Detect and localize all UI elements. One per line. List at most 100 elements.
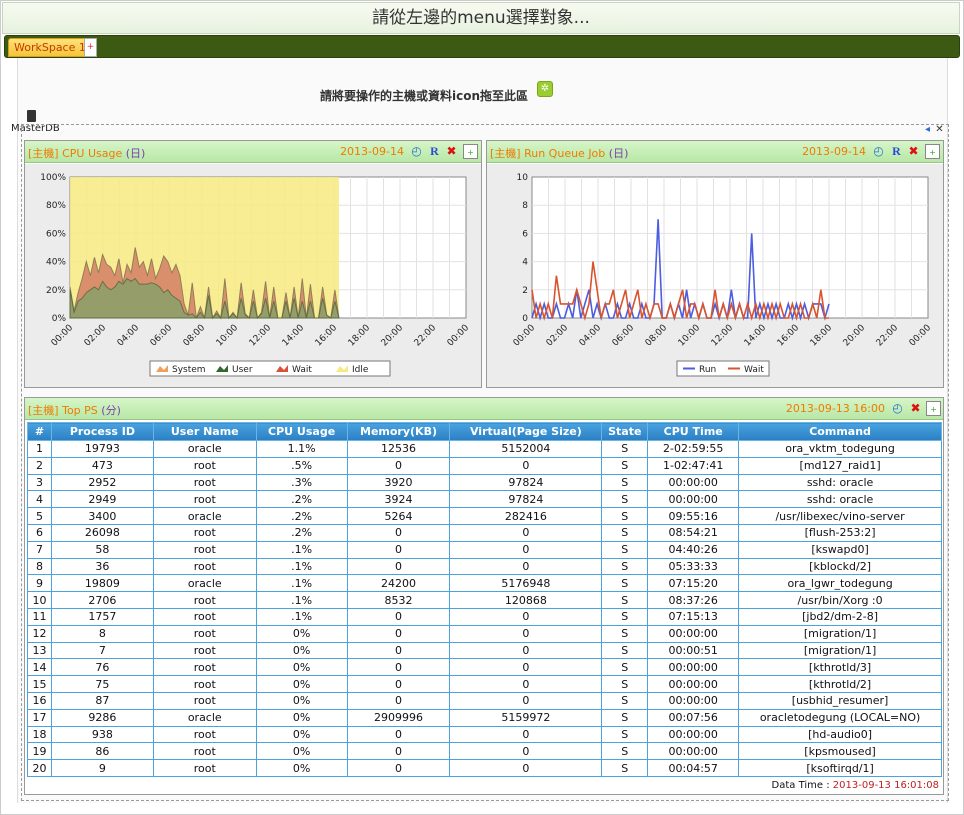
table-cell: [kthrotld/2] bbox=[738, 675, 942, 693]
toggle-icon[interactable]: ◂ bbox=[922, 124, 933, 135]
table-cell: 00:04:57 bbox=[647, 759, 740, 777]
table-cell: 0 bbox=[346, 742, 451, 761]
table-cell: 12 bbox=[27, 624, 52, 643]
top-ps-table: # Process ID User Name CPU Usage Memory(KB) V… bbox=[27, 422, 942, 777]
table-cell: 5159972 bbox=[449, 708, 603, 727]
table-cell: 00:00:00 bbox=[647, 624, 740, 643]
table-cell: 19 bbox=[27, 742, 52, 761]
table-row[interactable]: 3 2952 root .3% 3920 97824 S 00:00:00 sshd: orac… bbox=[27, 473, 942, 492]
table-cell: 6 bbox=[27, 523, 52, 542]
table-row[interactable]: 5 3400 oracle .2% 5264 282416 S 09:55:16/usr/li… bbox=[27, 507, 942, 525]
legend-label: Run bbox=[699, 365, 716, 375]
legend-label: Wait bbox=[292, 365, 312, 375]
table-row[interactable]: 13 7 root 0% 0 0 S 00:00:51 [migration/1] bbox=[27, 641, 942, 660]
y-tick-label: 60% bbox=[46, 229, 66, 239]
panel-title-text: CPU Usage bbox=[62, 147, 123, 160]
table-row[interactable]: 1 19793 oracle 1.1% 12536 5152004 S 2-02:59:55 o… bbox=[27, 440, 942, 458]
top-ps-panel: [主機] Top PS (分) 2013-09-13 16:00 ◴ ✖ + #… bbox=[24, 397, 944, 795]
table-cell: 2706 bbox=[50, 591, 154, 609]
y-tick-label: 6 bbox=[522, 229, 528, 239]
table-cell: 7 bbox=[27, 540, 52, 559]
column-header[interactable]: # bbox=[27, 422, 52, 441]
x-tick-label: 12:00 bbox=[248, 323, 274, 349]
table-cell: 0 bbox=[346, 456, 451, 475]
report-icon[interactable]: R bbox=[889, 144, 904, 159]
cpu-usage-chart: 0% 20% 40% 60% 80% 100% 00:00 02:00 04:00 06:00 08… bbox=[40, 173, 471, 377]
x-tick-label: 18:00 bbox=[809, 323, 835, 349]
clock-icon[interactable]: ◴ bbox=[409, 144, 424, 159]
table-cell: [flush-253:2] bbox=[738, 523, 942, 542]
close-panel-icon[interactable]: ✖ bbox=[906, 144, 921, 159]
table-cell: 07:15:13 bbox=[647, 607, 740, 626]
table-row[interactable]: 18 938 root 0% 0 0 S 00:00:00 [hd-audio0] bbox=[27, 725, 942, 744]
table-cell: 0 bbox=[449, 557, 603, 576]
table-row[interactable]: 19 86 root 0% 0 0 S 00:00:00 [kpsmoused] bbox=[27, 742, 942, 761]
column-header[interactable]: Command bbox=[738, 422, 942, 441]
export-icon[interactable]: + bbox=[463, 144, 478, 159]
table-cell: S bbox=[601, 658, 649, 677]
table-row[interactable]: 6 26098 root .2% 0 0 S 08:54:21 [flush-253:2] bbox=[27, 523, 942, 542]
column-header[interactable]: Process ID bbox=[50, 422, 154, 441]
tab-workspace-1[interactable]: WorkSpace 1 bbox=[8, 38, 92, 57]
table-cell: 938 bbox=[50, 725, 154, 744]
table-row[interactable]: 16 87 root 0% 0 0 S 00:00:00 [usbhid_resumer] bbox=[27, 691, 942, 710]
table-cell: 5152004 bbox=[449, 440, 603, 458]
table-cell: S bbox=[601, 540, 649, 559]
close-icon[interactable]: ✕ bbox=[934, 124, 945, 135]
report-icon[interactable]: R bbox=[427, 144, 442, 159]
table-cell: root bbox=[152, 540, 257, 559]
table-row[interactable]: 11 1757 root .1% 0 0 S 07:15:13 [jbd2/dm-2-8] bbox=[27, 607, 942, 626]
table-cell: 15 bbox=[27, 675, 52, 693]
table-cell: 07:15:20 bbox=[647, 574, 740, 593]
table-cell: 12536 bbox=[346, 440, 451, 458]
table-row[interactable]: 7 58 root .1% 0 0 S 04:40:26 [kswapd0] bbox=[27, 540, 942, 559]
table-row[interactable]: 10 2706 root .1% 8532 120868 S 08:37:26/usr/bin… bbox=[27, 591, 942, 609]
table-cell: 00:00:00 bbox=[647, 658, 740, 677]
table-cell: 0 bbox=[346, 540, 451, 559]
data-time-value: 2013-09-13 16:01:08 bbox=[832, 780, 939, 791]
table-cell: 0 bbox=[346, 675, 451, 693]
y-tick-label: 0 bbox=[522, 314, 528, 324]
table-cell: 9 bbox=[50, 759, 154, 777]
x-tick-label: 14:00 bbox=[281, 323, 307, 349]
column-header[interactable]: Virtual(Page Size) bbox=[449, 422, 603, 441]
clock-icon[interactable]: ◴ bbox=[890, 401, 905, 416]
table-row[interactable]: 12 8 root 0% 0 0 S 00:00:00 [migration/1] bbox=[27, 624, 942, 643]
table-cell: S bbox=[601, 725, 649, 744]
table-row[interactable]: 2 473 root .5% 0 0 S 1-02:47:41 [md127_raid1] bbox=[27, 456, 942, 475]
close-panel-icon[interactable]: ✖ bbox=[444, 144, 459, 159]
add-tab-button[interactable]: + bbox=[84, 38, 97, 57]
table-cell: 5 bbox=[27, 507, 52, 525]
table-cell: sshd: oracle bbox=[738, 473, 942, 492]
column-header[interactable]: State bbox=[601, 422, 649, 441]
table-cell: S bbox=[601, 440, 649, 458]
run-queue-panel: [主機] Run Queue Job (日) 2013-09-14 ◴ R ✖ … bbox=[486, 140, 944, 388]
table-row[interactable]: 9 19809 oracle .1% 24200 5176948 S 07:15:20 ora_… bbox=[27, 574, 942, 593]
table-cell: 18 bbox=[27, 725, 52, 744]
column-header[interactable]: Memory(KB) bbox=[346, 422, 451, 441]
table-cell: root bbox=[152, 725, 257, 744]
table-cell: 0 bbox=[449, 742, 603, 761]
column-header[interactable]: CPU Time bbox=[647, 422, 740, 441]
table-row[interactable]: 4 2949 root .2% 3924 97824 S 00:00:00 sshd: orac… bbox=[27, 490, 942, 509]
table-cell: 16 bbox=[27, 691, 52, 710]
table-row[interactable]: 15 75 root 0% 0 0 S 00:00:00 [kthrotld/2] bbox=[27, 675, 942, 693]
table-row[interactable]: 14 76 root 0% 0 0 S 00:00:00 [kthrotld/3] bbox=[27, 658, 942, 677]
table-cell: S bbox=[601, 641, 649, 660]
table-row[interactable]: 17 9286 oracle 0% 2909996 5159972 S 00:07:56 ora… bbox=[27, 708, 942, 727]
export-icon[interactable]: + bbox=[925, 144, 940, 159]
table-cell: S bbox=[601, 490, 649, 509]
column-header[interactable]: User Name bbox=[152, 422, 257, 441]
data-time: Data Time : 2013-09-13 16:01:08 bbox=[772, 780, 939, 791]
clock-icon[interactable]: ◴ bbox=[871, 144, 886, 159]
table-cell: [migration/1] bbox=[738, 624, 942, 643]
server-icon[interactable] bbox=[27, 110, 36, 122]
column-header[interactable]: CPU Usage bbox=[255, 422, 348, 441]
table-cell: 17 bbox=[27, 708, 52, 727]
table-row[interactable]: 20 9 root 0% 0 0 S 00:04:57 [ksoftirqd/1] bbox=[27, 759, 942, 777]
drop-target-icon[interactable]: ✲ bbox=[537, 81, 553, 97]
export-icon[interactable]: + bbox=[926, 401, 941, 416]
table-row[interactable]: 8 36 root .1% 0 0 S 05:33:33 [kblockd/2] bbox=[27, 557, 942, 576]
close-panel-icon[interactable]: ✖ bbox=[908, 401, 923, 416]
table-cell: 08:54:21 bbox=[647, 523, 740, 542]
